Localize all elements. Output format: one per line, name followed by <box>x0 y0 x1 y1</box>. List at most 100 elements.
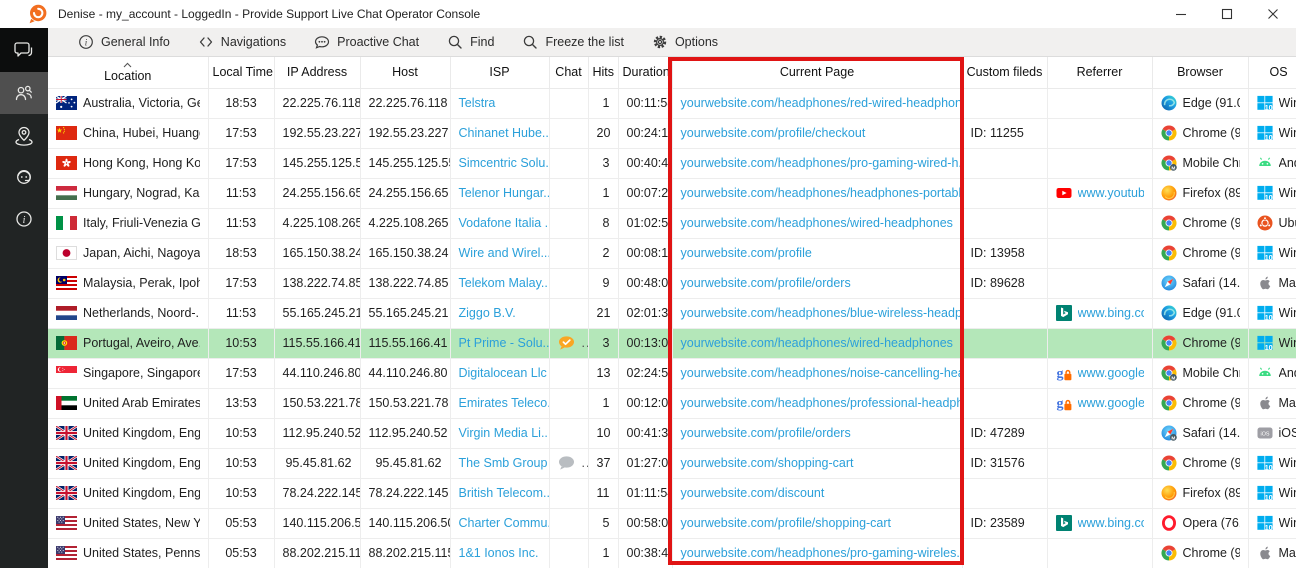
custom-fields-text: ID: 31576 <box>971 456 1025 470</box>
isp-link[interactable]: British Telecom... <box>459 486 550 500</box>
maximize-button[interactable] <box>1204 0 1250 28</box>
isp-link[interactable]: 1&1 Ionos Inc. <box>459 546 539 560</box>
toolbar-button-proactive-chat[interactable]: Proactive Chat <box>300 28 433 57</box>
visitor-row[interactable]: Malaysia, Perak, Ipoh, ...17:53138.222.7… <box>48 268 1296 298</box>
isp-link[interactable]: Telenor Hungar... <box>459 186 550 200</box>
isp-link[interactable]: Emirates Teleco... <box>459 396 550 410</box>
host-text: 115.55.166.41 <box>369 336 448 350</box>
visitor-row[interactable]: Italy, Friuli-Venezia Gi...11:534.225.10… <box>48 208 1296 238</box>
isp-link[interactable]: Wire and Wirel... <box>459 246 550 260</box>
svg-text:10: 10 <box>1264 493 1272 501</box>
toolbar-button-general-info[interactable]: iGeneral Info <box>64 28 184 57</box>
visitor-row[interactable]: Japan, Aichi, Nagoya, ...18:53165.150.38… <box>48 238 1296 268</box>
win10-icon: 10 <box>1257 515 1273 531</box>
referrer-link[interactable]: www.youtub... <box>1078 186 1144 200</box>
column-header-location[interactable]: Location <box>48 57 208 88</box>
current-page-link[interactable]: yourwebsite.com/headphones/blue-wireless… <box>681 306 963 320</box>
current-page-link[interactable]: yourwebsite.com/headphones/headphones-po… <box>681 186 963 200</box>
sidebar-item-visitors[interactable] <box>0 72 48 114</box>
visitor-row[interactable]: United Arab Emirates...13:53150.53.221.7… <box>48 388 1296 418</box>
current-page-link[interactable]: yourwebsite.com/profile <box>681 246 812 260</box>
isp-link[interactable]: Pt Prime - Solu... <box>459 336 550 350</box>
column-header-referrer[interactable]: Referrer <box>1047 57 1152 88</box>
referrer-link[interactable]: www.bing.co... <box>1078 516 1144 530</box>
toolbar-button-options[interactable]: Options <box>638 28 732 57</box>
os-cell-content: 10Win <box>1257 335 1296 351</box>
isp-link[interactable]: Vodafone Italia ... <box>459 216 550 230</box>
isp-link[interactable]: Chinanet Hube... <box>459 126 550 140</box>
uae-flag-icon <box>56 396 77 410</box>
svg-text:10: 10 <box>1264 133 1272 141</box>
duration-text: 00:12:06 <box>627 396 673 410</box>
current-page-link[interactable]: yourwebsite.com/headphones/noise-cancell… <box>681 366 963 380</box>
column-header-ip[interactable]: IP Address <box>274 57 360 88</box>
isp-link[interactable]: Digitalocean Llc <box>459 366 547 380</box>
visitor-row[interactable]: Singapore, Singapore...17:5344.110.246.8… <box>48 358 1296 388</box>
column-header-os[interactable]: OS <box>1248 57 1296 88</box>
column-header-custom[interactable]: Custom fileds <box>962 57 1047 88</box>
visitor-row[interactable]: Netherlands, Noord-...11:5355.165.245.21… <box>48 298 1296 328</box>
isp-link[interactable]: Virgin Media Li... <box>459 426 550 440</box>
sidebar-item-operator[interactable] <box>0 156 48 198</box>
column-header-current_page[interactable]: Current Page <box>672 57 962 88</box>
isp-link[interactable]: The Smb Group <box>459 456 548 470</box>
minimize-button[interactable] <box>1158 0 1204 28</box>
visitor-row[interactable]: United Kingdom, Engl...10:53112.95.240.5… <box>48 418 1296 448</box>
cell-ip: 4.225.108.265 <box>274 208 360 238</box>
visitor-row[interactable]: Australia, Victoria, Ge...18:5322.225.76… <box>48 88 1296 118</box>
current-page-link[interactable]: yourwebsite.com/headphones/wired-headpho… <box>681 336 953 350</box>
current-page-link[interactable]: yourwebsite.com/headphones/wired-headpho… <box>681 216 953 230</box>
current-page-link[interactable]: yourwebsite.com/headphones/pro-gaming-wi… <box>681 156 963 170</box>
current-page-link[interactable]: yourwebsite.com/profile/shopping-cart <box>681 516 892 530</box>
referrer-link[interactable]: www.google... <box>1078 396 1144 410</box>
isp-link[interactable]: Telstra <box>459 96 496 110</box>
visitor-row[interactable]: United Kingdom, Engl...10:5395.45.81.629… <box>48 448 1296 478</box>
sidebar-item-chats[interactable] <box>0 28 48 72</box>
current-page-link[interactable]: yourwebsite.com/headphones/red-wired-hea… <box>681 96 963 110</box>
sidebar-item-geo[interactable] <box>0 114 48 156</box>
column-header-hits[interactable]: Hits <box>588 57 618 88</box>
visitor-row[interactable]: United States, Pennsy...05:5388.202.215.… <box>48 538 1296 568</box>
current-page-link[interactable]: yourwebsite.com/discount <box>681 486 825 500</box>
ip-address-text: 95.45.81.62 <box>285 456 351 470</box>
toolbar-button-navigations[interactable]: Navigations <box>184 28 300 57</box>
sidebar-item-info[interactable]: i <box>0 198 48 240</box>
current-page-link[interactable]: yourwebsite.com/profile/checkout <box>681 126 866 140</box>
isp-link[interactable]: Simcentric Solu... <box>459 156 550 170</box>
uk-flag-icon <box>56 486 77 500</box>
isp-link[interactable]: Telekom Malay... <box>459 276 550 290</box>
current-page-link[interactable]: yourwebsite.com/profile/orders <box>681 276 851 290</box>
current-page-link[interactable]: yourwebsite.com/headphones/professional-… <box>681 396 963 410</box>
visitor-row[interactable]: Hungary, Nograd, Kar...11:5324.255.156.6… <box>48 178 1296 208</box>
ip-address-text: 55.165.245.21 <box>283 306 361 320</box>
isp-link[interactable]: Charter Commu... <box>459 516 550 530</box>
cell-current_page: yourwebsite.com/headphones/noise-cancell… <box>672 358 962 388</box>
column-header-local_time[interactable]: Local Time <box>208 57 274 88</box>
current-page-link[interactable]: yourwebsite.com/headphones/pro-gaming-wi… <box>681 546 963 560</box>
visitor-row[interactable]: Hong Kong, Hong Ko...17:53145.255.125.55… <box>48 148 1296 178</box>
column-header-host[interactable]: Host <box>360 57 450 88</box>
visitor-row[interactable]: United States, New Yo...05:53140.115.206… <box>48 508 1296 538</box>
cell-browser: Chrome (91... <box>1152 388 1248 418</box>
cell-local_time: 18:53 <box>208 88 274 118</box>
toolbar-button-find[interactable]: Find <box>433 28 508 57</box>
visitor-row[interactable]: Portugal, Aveiro, Ave...10:53115.55.166.… <box>48 328 1296 358</box>
column-header-browser[interactable]: Browser <box>1152 57 1248 88</box>
column-header-chat[interactable]: Chat <box>549 57 588 88</box>
column-header-isp[interactable]: ISP <box>450 57 549 88</box>
isp-link[interactable]: Ziggo B.V. <box>459 306 516 320</box>
column-header-duration[interactable]: Duration <box>618 57 672 88</box>
referrer-link[interactable]: www.google... <box>1078 366 1144 380</box>
toolbar-button-freeze-the-list[interactable]: Freeze the list <box>508 28 638 57</box>
current-page-link[interactable]: yourwebsite.com/shopping-cart <box>681 456 854 470</box>
close-button[interactable] <box>1250 0 1296 28</box>
current-page-link[interactable]: yourwebsite.com/profile/orders <box>681 426 851 440</box>
local-time-text: 18:53 <box>225 96 256 110</box>
cell-referrer: www.bing.co... <box>1047 298 1152 328</box>
visitor-row[interactable]: United Kingdom, Engl...10:5378.24.222.14… <box>48 478 1296 508</box>
visitor-row[interactable]: China, Hubei, Huangg...17:53192.55.23.22… <box>48 118 1296 148</box>
browser-cell-content: Chrome (91... <box>1161 215 1240 231</box>
cell-host: 88.202.215.115 <box>360 538 450 568</box>
us-flag-icon <box>56 546 77 560</box>
referrer-link[interactable]: www.bing.co... <box>1078 306 1144 320</box>
